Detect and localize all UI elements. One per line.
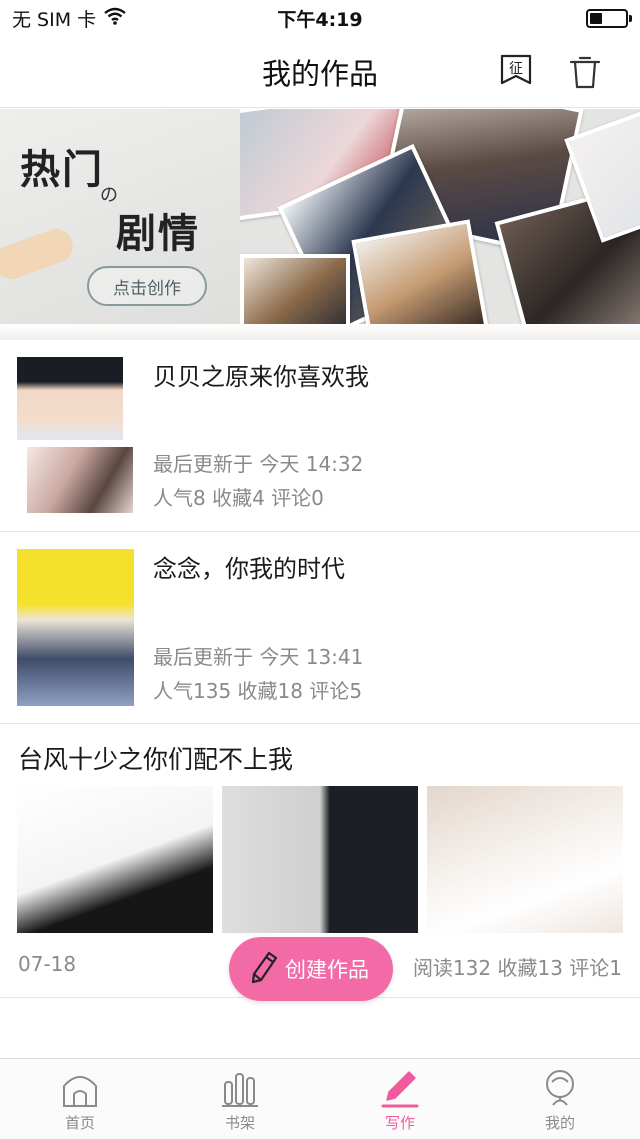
battery-icon [586,8,632,28]
banner-hand-graphic [0,224,78,284]
work-photo [427,786,623,933]
work-photo [222,786,418,933]
banner-divider [0,324,640,340]
banner-text-panel: 热门 の 剧情 点击创作 [0,109,240,324]
write-icon [378,1066,422,1110]
profile-icon [538,1066,582,1110]
home-icon [58,1066,102,1110]
tab-bar: 首页 书架 写作 我的 [0,1058,640,1139]
badge-icon-text: 征 [509,61,523,77]
trash-icon[interactable] [565,52,605,92]
nav-bar: 我的作品 征 [0,36,640,108]
work-item[interactable]: 念念，你我的时代 最后更新于 今天 13:41 人气135 收藏18 评论5 [0,532,640,724]
work-updated: 最后更新于 今天 14:32 [153,452,364,476]
tab-profile-label: 我的 [544,1114,575,1132]
tab-home-label: 首页 [64,1114,95,1132]
tab-profile[interactable]: 我的 [480,1059,640,1139]
work-stats: 人气135 收藏18 评论5 [153,679,363,703]
tab-write[interactable]: 写作 [320,1059,480,1139]
banner-collage [213,109,640,324]
work-stats: 阅读132 收藏13 评论1 [412,956,622,980]
work-title: 念念，你我的时代 [153,555,345,583]
work-item[interactable]: 贝贝之原来你喜欢我 最后更新于 今天 14:32 人气8 收藏4 评论0 [0,340,640,532]
work-title: 台风十少之你们配不上我 [18,745,294,774]
banner-title-line1: 热门 [20,147,104,193]
tab-home[interactable]: 首页 [0,1059,160,1139]
work-title: 贝贝之原来你喜欢我 [153,363,369,391]
wifi-icon [104,7,126,30]
promo-banner[interactable]: 热门 の 剧情 点击创作 [0,109,640,324]
carrier-label: 无 SIM 卡 [12,8,97,31]
pencil-icon [249,950,279,989]
create-work-label: 创建作品 [285,958,369,982]
create-work-button[interactable]: 创建作品 [229,937,393,1001]
work-photo [17,786,213,933]
work-stats: 人气8 收藏4 评论0 [153,486,324,510]
tab-write-label: 写作 [384,1114,415,1132]
works-list: 贝贝之原来你喜欢我 最后更新于 今天 14:32 人气8 收藏4 评论0 念念，… [0,340,640,998]
bookshelf-icon [218,1066,262,1110]
work-cover-image [27,447,133,513]
page-title: 我的作品 [261,56,378,91]
banner-photo [240,254,350,324]
status-bar: 无 SIM 卡 下午4:19 [0,0,640,36]
tab-bookshelf-label: 书架 [224,1114,255,1132]
status-left: 无 SIM 卡 [12,5,126,32]
work-updated: 最后更新于 今天 13:41 [153,645,364,669]
tab-bookshelf[interactable]: 书架 [160,1059,320,1139]
banner-create-button[interactable]: 点击创作 [87,266,207,306]
work-date: 07-18 [18,952,77,976]
badge-icon[interactable]: 征 [496,52,536,92]
work-cover-image [17,549,134,706]
work-cover-image [17,357,123,440]
banner-title-line2: 剧情 [116,211,200,257]
